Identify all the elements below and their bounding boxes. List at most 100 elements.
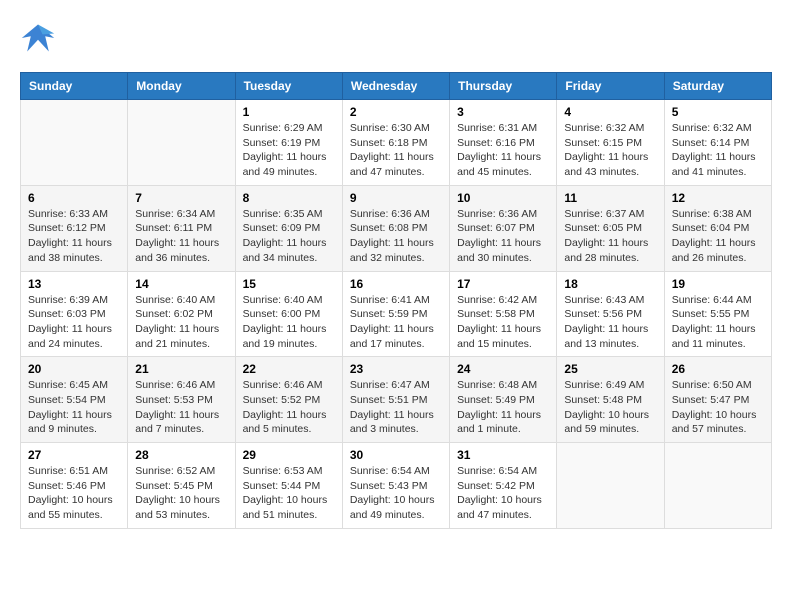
day-info: Sunrise: 6:39 AMSunset: 6:03 PMDaylight:…: [28, 293, 120, 352]
day-cell: [128, 100, 235, 186]
week-row-5: 27 Sunrise: 6:51 AMSunset: 5:46 PMDayligh…: [21, 443, 772, 529]
calendar-table: SundayMondayTuesdayWednesdayThursdayFrid…: [20, 72, 772, 529]
day-cell: 18Sunrise: 6:43 AMSunset: 5:56 PMDayligh…: [557, 271, 664, 357]
header-cell-sunday: Sunday: [21, 73, 128, 100]
day-info: Sunrise: 6:36 AMSunset: 6:07 PMDaylight:…: [457, 207, 549, 266]
day-number: 23: [350, 362, 442, 376]
day-cell: 2 Sunrise: 6:30 AMSunset: 6:18 PMDaylight…: [342, 100, 449, 186]
day-cell: 11Sunrise: 6:37 AMSunset: 6:05 PMDayligh…: [557, 185, 664, 271]
day-cell: 29 Sunrise: 6:53 AMSunset: 5:44 PMDayligh…: [235, 443, 342, 529]
day-number: 31: [457, 448, 549, 462]
week-row-4: 20 Sunrise: 6:45 AMSunset: 5:54 PMDayligh…: [21, 357, 772, 443]
day-cell: 9Sunrise: 6:36 AMSunset: 6:08 PMDaylight…: [342, 185, 449, 271]
day-info: Sunrise: 6:37 AMSunset: 6:05 PMDaylight:…: [564, 207, 656, 266]
day-cell: 5Sunrise: 6:32 AMSunset: 6:14 PMDaylight…: [664, 100, 771, 186]
header-cell-thursday: Thursday: [450, 73, 557, 100]
day-number: 7: [135, 191, 227, 205]
day-info: Sunrise: 6:51 AMSunset: 5:46 PMDaylight:…: [28, 464, 120, 523]
day-number: 20: [28, 362, 120, 376]
day-cell: 26 Sunrise: 6:50 AMSunset: 5:47 PMDayligh…: [664, 357, 771, 443]
day-number: 19: [672, 277, 764, 291]
day-info: Sunrise: 6:43 AMSunset: 5:56 PMDaylight:…: [564, 293, 656, 352]
day-cell: 14 Sunrise: 6:40 AMSunset: 6:02 PMDayligh…: [128, 271, 235, 357]
logo-icon: [20, 20, 56, 56]
day-number: 10: [457, 191, 549, 205]
day-number: 25: [564, 362, 656, 376]
header-cell-friday: Friday: [557, 73, 664, 100]
day-cell: 23 Sunrise: 6:47 AMSunset: 5:51 PMDayligh…: [342, 357, 449, 443]
day-number: 9: [350, 191, 442, 205]
day-cell: 31 Sunrise: 6:54 AMSunset: 5:42 PMDayligh…: [450, 443, 557, 529]
day-info: Sunrise: 6:40 AMSunset: 6:00 PMDaylight:…: [243, 293, 335, 352]
day-cell: [664, 443, 771, 529]
day-info: Sunrise: 6:38 AMSunset: 6:04 PMDaylight:…: [672, 207, 764, 266]
day-number: 29: [243, 448, 335, 462]
calendar-header: SundayMondayTuesdayWednesdayThursdayFrid…: [21, 73, 772, 100]
day-cell: 19Sunrise: 6:44 AMSunset: 5:55 PMDayligh…: [664, 271, 771, 357]
day-number: 15: [243, 277, 335, 291]
calendar-body: 1 Sunrise: 6:29 AMSunset: 6:19 PMDaylight…: [21, 100, 772, 529]
day-cell: 13 Sunrise: 6:39 AMSunset: 6:03 PMDayligh…: [21, 271, 128, 357]
day-info: Sunrise: 6:46 AMSunset: 5:52 PMDaylight:…: [243, 378, 335, 437]
day-cell: 27 Sunrise: 6:51 AMSunset: 5:46 PMDayligh…: [21, 443, 128, 529]
day-number: 17: [457, 277, 549, 291]
day-cell: 1 Sunrise: 6:29 AMSunset: 6:19 PMDaylight…: [235, 100, 342, 186]
day-info: Sunrise: 6:29 AMSunset: 6:19 PMDaylight:…: [243, 121, 335, 180]
logo: [20, 20, 60, 56]
day-number: 3: [457, 105, 549, 119]
day-info: Sunrise: 6:33 AMSunset: 6:12 PMDaylight:…: [28, 207, 120, 266]
day-cell: 7Sunrise: 6:34 AMSunset: 6:11 PMDaylight…: [128, 185, 235, 271]
week-row-2: 6 Sunrise: 6:33 AMSunset: 6:12 PMDaylight…: [21, 185, 772, 271]
day-cell: 6 Sunrise: 6:33 AMSunset: 6:12 PMDaylight…: [21, 185, 128, 271]
day-info: Sunrise: 6:54 AMSunset: 5:42 PMDaylight:…: [457, 464, 549, 523]
day-number: 21: [135, 362, 227, 376]
day-info: Sunrise: 6:30 AMSunset: 6:18 PMDaylight:…: [350, 121, 442, 180]
day-info: Sunrise: 6:45 AMSunset: 5:54 PMDaylight:…: [28, 378, 120, 437]
header-cell-wednesday: Wednesday: [342, 73, 449, 100]
day-number: 26: [672, 362, 764, 376]
day-cell: 16 Sunrise: 6:41 AMSunset: 5:59 PMDayligh…: [342, 271, 449, 357]
day-info: Sunrise: 6:32 AMSunset: 6:15 PMDaylight:…: [564, 121, 656, 180]
day-cell: 30 Sunrise: 6:54 AMSunset: 5:43 PMDayligh…: [342, 443, 449, 529]
day-info: Sunrise: 6:42 AMSunset: 5:58 PMDaylight:…: [457, 293, 549, 352]
day-info: Sunrise: 6:50 AMSunset: 5:47 PMDaylight:…: [672, 378, 764, 437]
day-number: 14: [135, 277, 227, 291]
day-number: 5: [672, 105, 764, 119]
day-cell: 15 Sunrise: 6:40 AMSunset: 6:00 PMDayligh…: [235, 271, 342, 357]
day-info: Sunrise: 6:47 AMSunset: 5:51 PMDaylight:…: [350, 378, 442, 437]
day-number: 28: [135, 448, 227, 462]
day-cell: [21, 100, 128, 186]
day-info: Sunrise: 6:40 AMSunset: 6:02 PMDaylight:…: [135, 293, 227, 352]
day-cell: 21Sunrise: 6:46 AMSunset: 5:53 PMDayligh…: [128, 357, 235, 443]
day-number: 8: [243, 191, 335, 205]
header-row: SundayMondayTuesdayWednesdayThursdayFrid…: [21, 73, 772, 100]
week-row-1: 1 Sunrise: 6:29 AMSunset: 6:19 PMDaylight…: [21, 100, 772, 186]
day-cell: 3Sunrise: 6:31 AMSunset: 6:16 PMDaylight…: [450, 100, 557, 186]
day-info: Sunrise: 6:49 AMSunset: 5:48 PMDaylight:…: [564, 378, 656, 437]
day-info: Sunrise: 6:48 AMSunset: 5:49 PMDaylight:…: [457, 378, 549, 437]
day-cell: 12 Sunrise: 6:38 AMSunset: 6:04 PMDayligh…: [664, 185, 771, 271]
day-number: 22: [243, 362, 335, 376]
day-cell: 17 Sunrise: 6:42 AMSunset: 5:58 PMDayligh…: [450, 271, 557, 357]
week-row-3: 13 Sunrise: 6:39 AMSunset: 6:03 PMDayligh…: [21, 271, 772, 357]
day-cell: 20 Sunrise: 6:45 AMSunset: 5:54 PMDayligh…: [21, 357, 128, 443]
day-number: 27: [28, 448, 120, 462]
day-info: Sunrise: 6:35 AMSunset: 6:09 PMDaylight:…: [243, 207, 335, 266]
day-info: Sunrise: 6:53 AMSunset: 5:44 PMDaylight:…: [243, 464, 335, 523]
header-cell-tuesday: Tuesday: [235, 73, 342, 100]
day-cell: 25 Sunrise: 6:49 AMSunset: 5:48 PMDayligh…: [557, 357, 664, 443]
day-info: Sunrise: 6:54 AMSunset: 5:43 PMDaylight:…: [350, 464, 442, 523]
day-cell: 4Sunrise: 6:32 AMSunset: 6:15 PMDaylight…: [557, 100, 664, 186]
day-cell: [557, 443, 664, 529]
day-info: Sunrise: 6:41 AMSunset: 5:59 PMDaylight:…: [350, 293, 442, 352]
day-number: 30: [350, 448, 442, 462]
day-number: 13: [28, 277, 120, 291]
day-number: 2: [350, 105, 442, 119]
day-info: Sunrise: 6:52 AMSunset: 5:45 PMDaylight:…: [135, 464, 227, 523]
day-number: 12: [672, 191, 764, 205]
day-number: 1: [243, 105, 335, 119]
day-number: 16: [350, 277, 442, 291]
day-number: 6: [28, 191, 120, 205]
day-cell: 10 Sunrise: 6:36 AMSunset: 6:07 PMDayligh…: [450, 185, 557, 271]
day-cell: 22 Sunrise: 6:46 AMSunset: 5:52 PMDayligh…: [235, 357, 342, 443]
